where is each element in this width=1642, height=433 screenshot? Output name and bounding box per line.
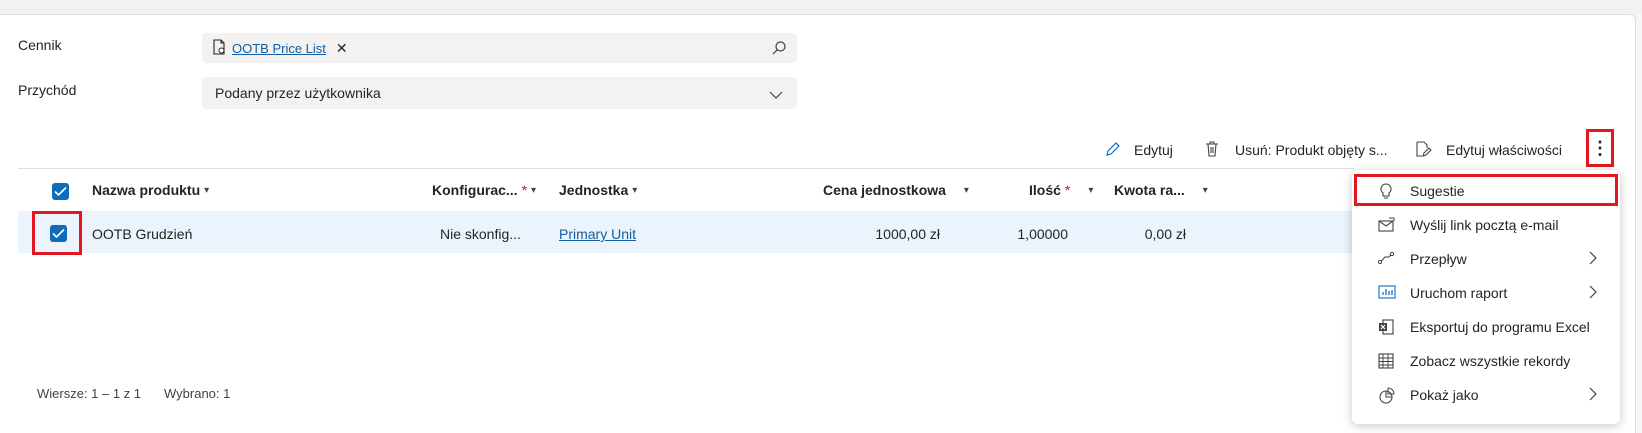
chevron-right-icon bbox=[1588, 250, 1598, 269]
more-options-icon[interactable]: ⋮ bbox=[1591, 135, 1609, 161]
rows-count: Wiersze: 1 – 1 z 1 bbox=[37, 386, 142, 401]
search-icon[interactable] bbox=[771, 40, 787, 59]
chevron-right-icon bbox=[1588, 386, 1598, 405]
chevron-down-icon: ▾ bbox=[963, 184, 969, 196]
document-icon bbox=[212, 39, 226, 58]
selected-count: Wybrano: 1 bbox=[164, 386, 231, 401]
col-unit-label: Jednostka bbox=[559, 182, 629, 198]
menu-item-flow[interactable]: Przepływ bbox=[1352, 242, 1620, 276]
col-header-price[interactable]: Cena jednostkowa ▾ bbox=[823, 182, 969, 198]
przychod-value: Podany przez użytkownika bbox=[215, 85, 381, 101]
menu-item-email-link[interactable]: Wyślij link pocztą e-mail bbox=[1352, 208, 1620, 242]
menu-item-label: Pokaż jako bbox=[1410, 387, 1479, 403]
required-marker: * bbox=[1064, 182, 1071, 198]
edit-label: Edytuj bbox=[1134, 142, 1173, 158]
col-header-amount[interactable]: Kwota ra... ▾ bbox=[1114, 182, 1208, 198]
przychod-select[interactable]: Podany przez użytkownika bbox=[202, 77, 797, 109]
chevron-down-icon: ▾ bbox=[531, 184, 537, 196]
chevron-down-icon bbox=[769, 87, 783, 103]
select-all-checkbox[interactable] bbox=[52, 183, 69, 200]
sugestie-highlight bbox=[1354, 174, 1618, 206]
cell-price: 1000,00 zł bbox=[875, 226, 940, 242]
edit-properties-button[interactable]: Edytuj właściwości bbox=[1414, 136, 1562, 164]
delete-button[interactable]: Usuń: Produkt objęty s... bbox=[1203, 136, 1388, 164]
table-icon bbox=[1378, 353, 1396, 369]
pencil-icon bbox=[1104, 140, 1122, 161]
remove-chip-icon[interactable]: ✕ bbox=[336, 40, 348, 57]
menu-item-export-excel[interactable]: Eksportuj do programu Excel bbox=[1352, 310, 1620, 344]
col-qty-label: Ilość bbox=[1029, 182, 1061, 198]
chevron-down-icon: ▾ bbox=[632, 184, 638, 196]
row-checkbox[interactable] bbox=[50, 225, 67, 242]
menu-item-report[interactable]: Uruchom raport bbox=[1352, 276, 1620, 310]
col-name-label: Nazwa produktu bbox=[92, 182, 201, 198]
top-strip bbox=[0, 0, 1642, 14]
price-list-link[interactable]: OOTB Price List bbox=[232, 41, 326, 56]
cell-qty: 1,00000 bbox=[1017, 226, 1068, 242]
cell-config: Nie skonfig... bbox=[440, 226, 521, 242]
grid-divider bbox=[18, 168, 1354, 169]
col-header-qty[interactable]: Ilość * ▾ bbox=[1029, 182, 1093, 198]
overflow-menu: Sugestie Wyślij link pocztą e-mail Przep… bbox=[1352, 170, 1620, 424]
col-header-name[interactable]: Nazwa produktu ▾ bbox=[92, 182, 209, 198]
col-header-config[interactable]: Konfigurac... * ▾ bbox=[432, 182, 536, 198]
menu-item-show-as[interactable]: Pokaż jako bbox=[1352, 378, 1620, 412]
przychod-label: Przychód bbox=[18, 82, 77, 98]
chevron-right-icon bbox=[1588, 284, 1598, 303]
cell-amount: 0,00 zł bbox=[1144, 226, 1186, 242]
menu-item-label: Wyślij link pocztą e-mail bbox=[1410, 217, 1559, 233]
chevron-down-icon: ▾ bbox=[204, 184, 210, 196]
price-list-chip: OOTB Price List ✕ bbox=[212, 39, 348, 58]
cell-unit-link[interactable]: Primary Unit bbox=[559, 226, 636, 242]
col-amount-label: Kwota ra... bbox=[1114, 182, 1185, 198]
col-header-unit[interactable]: Jednostka ▾ bbox=[559, 182, 637, 198]
email-link-icon bbox=[1378, 217, 1396, 233]
chevron-down-icon: ▾ bbox=[1088, 184, 1094, 196]
flow-icon bbox=[1377, 251, 1396, 267]
chevron-down-icon: ▾ bbox=[1202, 184, 1208, 196]
menu-item-all-records[interactable]: Zobacz wszystkie rekordy bbox=[1352, 344, 1620, 378]
report-icon bbox=[1378, 285, 1396, 301]
excel-icon bbox=[1378, 319, 1396, 335]
chart-pie-icon bbox=[1378, 387, 1396, 404]
menu-item-label: Uruchom raport bbox=[1410, 285, 1508, 301]
edit-button[interactable]: Edytuj bbox=[1104, 136, 1173, 164]
required-marker: * bbox=[521, 182, 528, 198]
menu-item-label: Zobacz wszystkie rekordy bbox=[1410, 353, 1571, 369]
edit-props-label: Edytuj właściwości bbox=[1446, 142, 1562, 158]
menu-item-label: Przepływ bbox=[1410, 251, 1467, 267]
trash-icon bbox=[1203, 140, 1221, 161]
cennik-lookup[interactable]: OOTB Price List ✕ bbox=[202, 33, 797, 63]
col-price-label: Cena jednostkowa bbox=[823, 182, 946, 198]
col-config-label: Konfigurac... bbox=[432, 182, 518, 198]
delete-label: Usuń: Produkt objęty s... bbox=[1235, 142, 1388, 158]
cell-name[interactable]: OOTB Grudzień bbox=[92, 226, 192, 242]
cennik-label: Cennik bbox=[18, 37, 62, 53]
edit-document-icon bbox=[1414, 140, 1432, 161]
menu-item-label: Eksportuj do programu Excel bbox=[1410, 319, 1590, 335]
